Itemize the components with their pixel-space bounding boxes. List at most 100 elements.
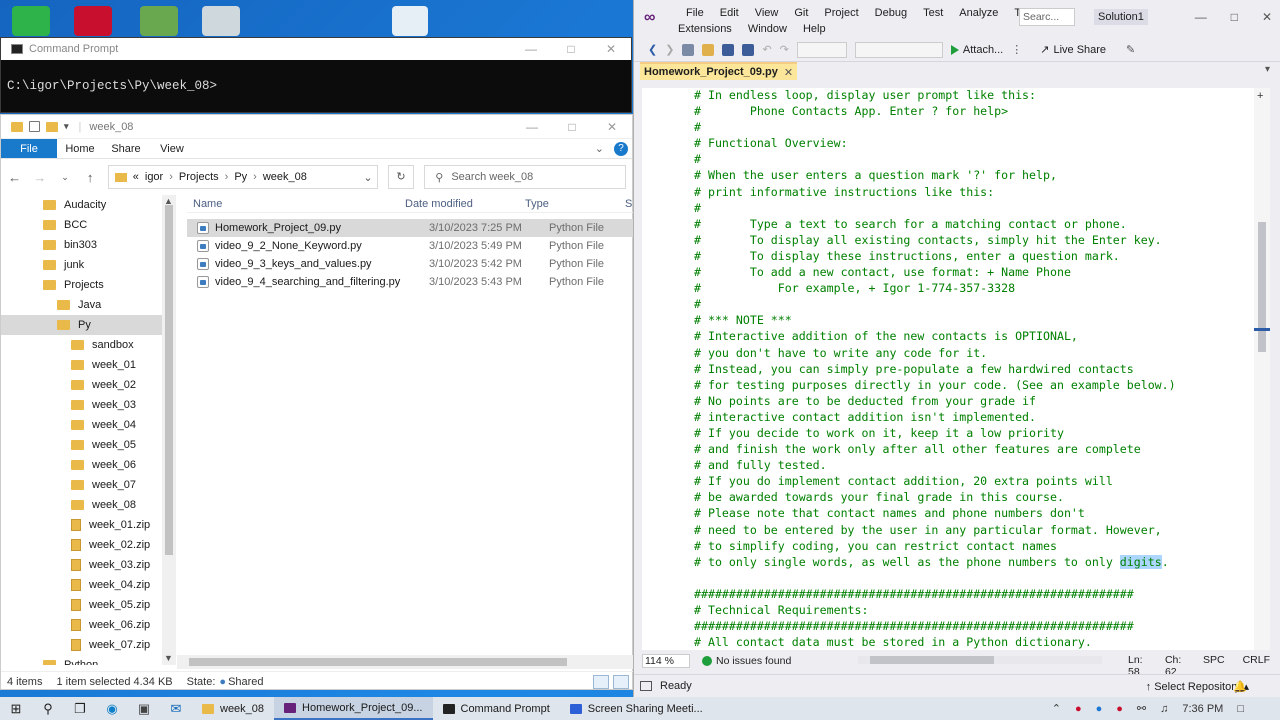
file-row[interactable]: video_9_2_None_Keyword.py 3/10/2023 5:49 …	[187, 237, 633, 255]
large-icons-view-icon[interactable]	[613, 674, 629, 689]
code-line[interactable]: # For example, + Igor 1-774-357-3328	[694, 280, 1176, 296]
minimize-icon[interactable]: —	[1195, 10, 1207, 24]
tree-item[interactable]: junk	[1, 255, 176, 275]
notification-center-icon[interactable]: □	[1237, 703, 1244, 715]
tree-item[interactable]: week_01	[1, 355, 176, 375]
ribbon-tab-share[interactable]: Share	[103, 139, 149, 158]
tree-item[interactable]: BCC	[1, 215, 176, 235]
code-line[interactable]: # If you do implement contact addition, …	[694, 473, 1176, 489]
attach-button[interactable]: Attach...	[950, 44, 1003, 56]
clock[interactable]: 7:36 PM	[1182, 703, 1223, 715]
menu-item-edit[interactable]: Edit	[712, 6, 747, 20]
maximize-icon[interactable]: □	[1231, 10, 1238, 24]
file-explorer-window[interactable]: ▾ | week_08 — □ ✕ File Home Share View ⌄…	[0, 114, 633, 690]
code-line[interactable]: # Phone Contacts App. Enter ? for help>	[694, 103, 1176, 119]
tree-item[interactable]: Java	[1, 295, 176, 315]
code-line[interactable]: # Technical Requirements:	[694, 602, 1176, 618]
forward-arrow-icon[interactable]: →	[32, 170, 47, 185]
visual-studio-window[interactable]: ∞ File Edit View Git Project Debug Test Analyze…	[633, 0, 1280, 697]
code-line[interactable]: # to only single words, as well as the p…	[694, 554, 1176, 570]
file-row[interactable]: video_9_3_keys_and_values.py 3/10/2023 5:…	[187, 255, 633, 273]
redo-icon[interactable]: ↷	[780, 43, 789, 56]
maximize-icon[interactable]: □	[552, 120, 592, 134]
cmd-prompt-text[interactable]: C:\igor\Projects\Py\week_08>	[1, 60, 631, 112]
vs-search-box[interactable]: Searc...	[1019, 8, 1075, 26]
desktop-icon-app4[interactable]	[202, 6, 240, 36]
tree-item[interactable]: week_07	[1, 475, 176, 495]
code-line[interactable]: #	[694, 119, 1176, 135]
tree-item[interactable]: week_02.zip	[1, 535, 176, 555]
task-view-icon[interactable]: ❐	[64, 701, 96, 717]
editor-vscrollbar[interactable]: +	[1254, 88, 1270, 650]
tree-item[interactable]: week_01.zip	[1, 515, 176, 535]
selected-text[interactable]: digits	[1119, 554, 1162, 569]
tree-item[interactable]: week_03.zip	[1, 555, 176, 575]
desktop-icon-app5[interactable]	[392, 6, 428, 36]
code-line[interactable]: # be awarded towards your final grade in…	[694, 489, 1176, 505]
address-part-py[interactable]: Py	[234, 171, 247, 183]
menu-item-extensions[interactable]: Extensions	[670, 22, 740, 36]
tree-item[interactable]: Python	[1, 655, 176, 665]
code-line[interactable]: # No points are to be deducted from your…	[694, 393, 1176, 409]
tree-item[interactable]: week_03	[1, 395, 176, 415]
code-line[interactable]: # All contact data must be stored in a P…	[694, 634, 1176, 650]
vscroll-thumb[interactable]	[1258, 222, 1266, 352]
file-row[interactable]: video_9_4_searching_and_filtering.py 3/10…	[187, 273, 633, 291]
chevron-up-icon[interactable]: ⌃	[1052, 702, 1061, 715]
edge-icon[interactable]: ◉	[96, 701, 128, 717]
code-editor[interactable]: # In endless loop, display user prompt l…	[642, 88, 1262, 650]
code-line[interactable]: # print informative instructions like th…	[694, 184, 1176, 200]
menu-item-debug[interactable]: Debug	[867, 6, 915, 20]
code-line[interactable]: # If you decide to work on it, keep it a…	[694, 425, 1176, 441]
recent-dropdown-icon[interactable]: ⌄	[57, 172, 72, 183]
code-line[interactable]: # and fully tested.	[694, 457, 1176, 473]
tray-app-icon[interactable]: ●	[1096, 703, 1103, 715]
code-line[interactable]: # and finish the work only after all oth…	[694, 441, 1176, 457]
taskbar-app[interactable]: Screen Sharing Meeti...	[560, 697, 713, 720]
file-row[interactable]: Homework_Project_09.py 3/10/2023 7:25 PM P…	[187, 219, 633, 237]
forward-nav-icon[interactable]: ❯	[665, 43, 674, 56]
zoom-dropdown[interactable]: 114 %	[642, 654, 690, 668]
tree-scrollbar[interactable]: ▲ ▼	[162, 195, 176, 665]
minimize-icon[interactable]: —	[512, 120, 552, 134]
code-line[interactable]: #	[694, 296, 1176, 312]
tree-item[interactable]: week_07.zip	[1, 635, 176, 655]
back-arrow-icon[interactable]: ←	[7, 170, 22, 185]
code-line[interactable]: #	[694, 200, 1176, 216]
ribbon-tab-view[interactable]: View	[149, 139, 195, 158]
refresh-icon[interactable]: ↻	[387, 165, 415, 189]
code-line[interactable]: #	[694, 151, 1176, 167]
close-icon[interactable]: ✕	[1262, 10, 1272, 24]
address-root[interactable]: «	[133, 171, 139, 183]
undo-icon[interactable]: ↶	[762, 43, 771, 56]
ribbon-tab-home[interactable]: Home	[57, 139, 103, 158]
notifications-icon[interactable]: 🔔	[1233, 680, 1247, 693]
save-icon[interactable]	[722, 43, 735, 56]
hscroll-thumb[interactable]	[870, 656, 994, 664]
column-size[interactable]: S	[625, 198, 632, 210]
save-all-icon[interactable]	[742, 43, 755, 56]
code-line[interactable]: # Type a text to search for a matching c…	[694, 216, 1176, 232]
desktop-icon-app3[interactable]	[140, 6, 178, 36]
up-arrow-icon[interactable]: ↑	[83, 170, 98, 185]
tree-item[interactable]: Audacity	[1, 195, 176, 215]
tray-app-icon[interactable]: ●	[1075, 703, 1082, 715]
new-project-icon[interactable]	[682, 43, 695, 56]
windows-start-icon[interactable]: ⊞	[0, 701, 32, 717]
platform-dropdown[interactable]	[854, 41, 943, 58]
taskbar-app[interactable]: week_08	[192, 697, 274, 720]
code-line[interactable]: # *** NOTE ***	[694, 312, 1176, 328]
explorer-titlebar[interactable]: ▾ | week_08 — □ ✕	[1, 115, 632, 139]
taskbar-app[interactable]: Command Prompt	[433, 697, 560, 720]
feedback-icon[interactable]: ✎	[1126, 43, 1135, 56]
code-line[interactable]: # Please note that contact names and pho…	[694, 505, 1176, 521]
chevron-down-icon[interactable]: ⌄	[363, 171, 376, 184]
search-box[interactable]: ⚲ Search week_08	[424, 165, 627, 189]
file-list-hscrollbar[interactable]	[177, 655, 633, 669]
code-line[interactable]: # In endless loop, display user prompt l…	[694, 88, 1176, 103]
code-line[interactable]: # When the user enters a question mark '…	[694, 167, 1176, 183]
menu-item-window[interactable]: Window	[740, 22, 795, 36]
issues-indicator[interactable]: No issues found	[702, 655, 791, 667]
desktop-icon-app1[interactable]	[12, 6, 50, 36]
code-line[interactable]: ########################################…	[694, 618, 1176, 634]
